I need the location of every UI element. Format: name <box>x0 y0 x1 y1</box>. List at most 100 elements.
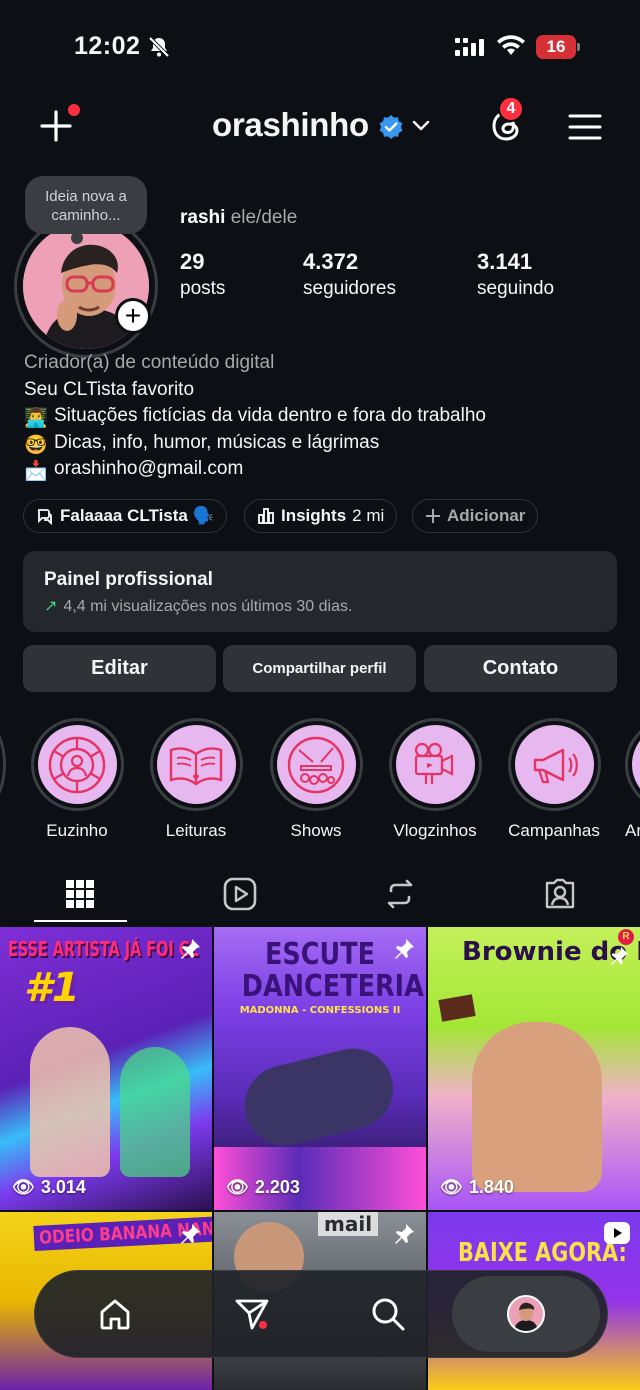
highlight-label: Euzinho <box>46 821 108 840</box>
contact-button[interactable]: Contato <box>424 645 617 692</box>
highlight-label: Campanhas <box>508 821 600 840</box>
tab-tagged[interactable] <box>520 874 600 914</box>
concert-stage-icon <box>287 736 345 793</box>
chip-label: Falaaaa CLTista 🗣️ <box>60 506 214 525</box>
cellular-signal-icon <box>455 38 484 56</box>
highlight-shows[interactable]: Shows <box>268 718 364 841</box>
home-icon <box>100 1299 130 1330</box>
post-headline: BAIXE AGORA: <box>458 1238 627 1268</box>
nav-avatar-portrait <box>514 1302 538 1331</box>
profile-username[interactable]: orashinho <box>212 106 369 144</box>
post-headline: ESCUTE DANCETERIA <box>241 937 424 1004</box>
post-figure <box>236 1040 402 1154</box>
nav-profile[interactable] <box>452 1276 600 1352</box>
verified-badge-icon <box>379 115 403 139</box>
post-figure <box>472 1022 602 1192</box>
profile-name: rashi <box>180 207 226 228</box>
pin-icon <box>610 946 629 966</box>
nav-search[interactable] <box>364 1290 412 1338</box>
tab-reposts[interactable] <box>360 874 440 914</box>
profile-note-text: Ideia nova a caminho... <box>45 188 127 224</box>
stat-posts[interactable]: 29 posts <box>180 249 225 300</box>
share-profile-button[interactable]: Compartilhar perfil <box>223 645 416 692</box>
broadcast-channel-chip[interactable]: Falaaaa CLTista 🗣️ <box>23 499 227 533</box>
highlight-label: Ar <box>625 821 640 840</box>
bio-text: Situações fictícias da vida dentro e for… <box>54 405 486 426</box>
add-chip[interactable]: Adicionar <box>412 499 539 533</box>
panel-subtitle: 4,4 mi visualizações nos últimos 30 dias… <box>63 598 353 615</box>
highlight-cover <box>276 725 356 804</box>
brand-badge-icon: R <box>618 929 634 945</box>
highlight-vlogzinhos[interactable]: Vlogzinhos <box>387 718 483 841</box>
view-count: 👁 3.014 <box>12 1177 86 1198</box>
nav-home[interactable] <box>91 1290 139 1338</box>
highlight-cover <box>632 725 640 804</box>
pin-icon <box>181 1224 200 1244</box>
technologist-emoji-icon: 👨‍💻 <box>24 408 48 429</box>
stat-label: seguidores <box>303 278 396 299</box>
professional-dashboard[interactable]: Painel profissional ↗ 4,4 mi visualizaçõe… <box>23 551 617 632</box>
create-button[interactable] <box>38 104 80 144</box>
stat-label: posts <box>180 278 226 299</box>
profile-note[interactable]: Ideia nova a caminho... <box>25 176 147 244</box>
view-count-value: 2.203 <box>254 1177 300 1197</box>
highlight-partial-right[interactable]: Ar <box>625 718 640 841</box>
highlight-leituras[interactable]: Leituras <box>148 718 244 841</box>
pin-icon <box>395 1224 414 1244</box>
note-bubble-tail <box>71 232 83 244</box>
post-figure <box>30 1027 110 1177</box>
envelope-emoji-icon: 📩 <box>24 461 48 482</box>
bio-text: Seu CLTista favorito <box>24 378 195 400</box>
post-headline: ESSE ARTISTA JÁ FOI CL <box>8 937 199 961</box>
reels-play-icon <box>223 877 257 911</box>
stat-label: seguindo <box>477 278 555 299</box>
post-subheadline: MADONNA - CONFESSIONS II <box>239 1005 401 1016</box>
threads-badge: 4 <box>498 96 524 122</box>
profile-screen: { "status": {"time": "12:02", "battery":… <box>0 0 640 1390</box>
highlight-partial-left[interactable] <box>0 718 6 811</box>
profile-pronouns: ele/dele <box>230 207 298 228</box>
grid-icon <box>66 880 94 908</box>
highlight-label: Shows <box>290 821 342 840</box>
highlight-euzinho[interactable]: Euzinho <box>29 718 125 841</box>
stat-value: 3.141 <box>477 249 533 274</box>
open-book-icon <box>169 746 223 785</box>
highlight-campanhas[interactable]: Campanhas <box>506 718 602 841</box>
grid-post[interactable]: ESSE ARTISTA JÁ FOI CL #1 👁 3.014 <box>0 927 212 1210</box>
grid-post[interactable]: ESCUTE DANCETERIA MADONNA - CONFESSIONS … <box>214 927 426 1210</box>
grid-post[interactable]: Brownie do Rashi R 👁1.840 <box>428 927 640 1210</box>
bio-line: 👨‍💻 Situações fictícias da vida dentro e … <box>24 403 624 430</box>
pin-icon <box>181 939 200 959</box>
add-story-button[interactable]: + <box>115 298 151 334</box>
panel-title: Painel profissional <box>44 569 213 590</box>
post-headline: mail <box>318 1212 379 1236</box>
highlight-ring <box>149 718 243 811</box>
silent-bell-icon <box>148 36 170 58</box>
stat-followers[interactable]: 4.372 seguidores <box>303 249 396 300</box>
stat-value: 4.372 <box>303 249 359 274</box>
threads-button[interactable]: 4 <box>488 96 524 144</box>
reel-indicator-icon <box>604 1222 630 1244</box>
highlight-ring <box>625 718 640 811</box>
stat-value: 29 <box>180 249 205 274</box>
nerd-face-emoji-icon: 🤓 <box>24 434 48 456</box>
chevron-down-icon[interactable] <box>411 118 431 134</box>
camera-aperture-icon <box>48 736 106 793</box>
status-time: 12:02 <box>74 32 141 60</box>
megaphone-icon <box>533 748 578 783</box>
bio-email[interactable]: orashinho@gmail.com <box>54 458 243 479</box>
bio-text: Dicas, info, humor, músicas e lágrimas <box>54 431 380 453</box>
eye-icon: 👁 <box>12 1177 35 1197</box>
tab-reels[interactable] <box>200 874 280 914</box>
nav-direct-messages[interactable] <box>228 1290 276 1338</box>
tab-grid[interactable] <box>40 874 120 914</box>
highlight-ring <box>507 718 601 811</box>
insights-chip[interactable]: Insights 2 mi <box>244 499 398 533</box>
highlight-cover <box>156 725 236 804</box>
reel-play-glyph <box>614 1228 622 1238</box>
edit-profile-button[interactable]: Editar <box>23 645 216 692</box>
stat-following[interactable]: 3.141 seguindo <box>477 249 554 300</box>
hamburger-menu-icon[interactable] <box>568 113 602 141</box>
bio-line: Seu CLTista favorito <box>24 377 624 404</box>
eye-icon: 👁 <box>440 1177 463 1197</box>
